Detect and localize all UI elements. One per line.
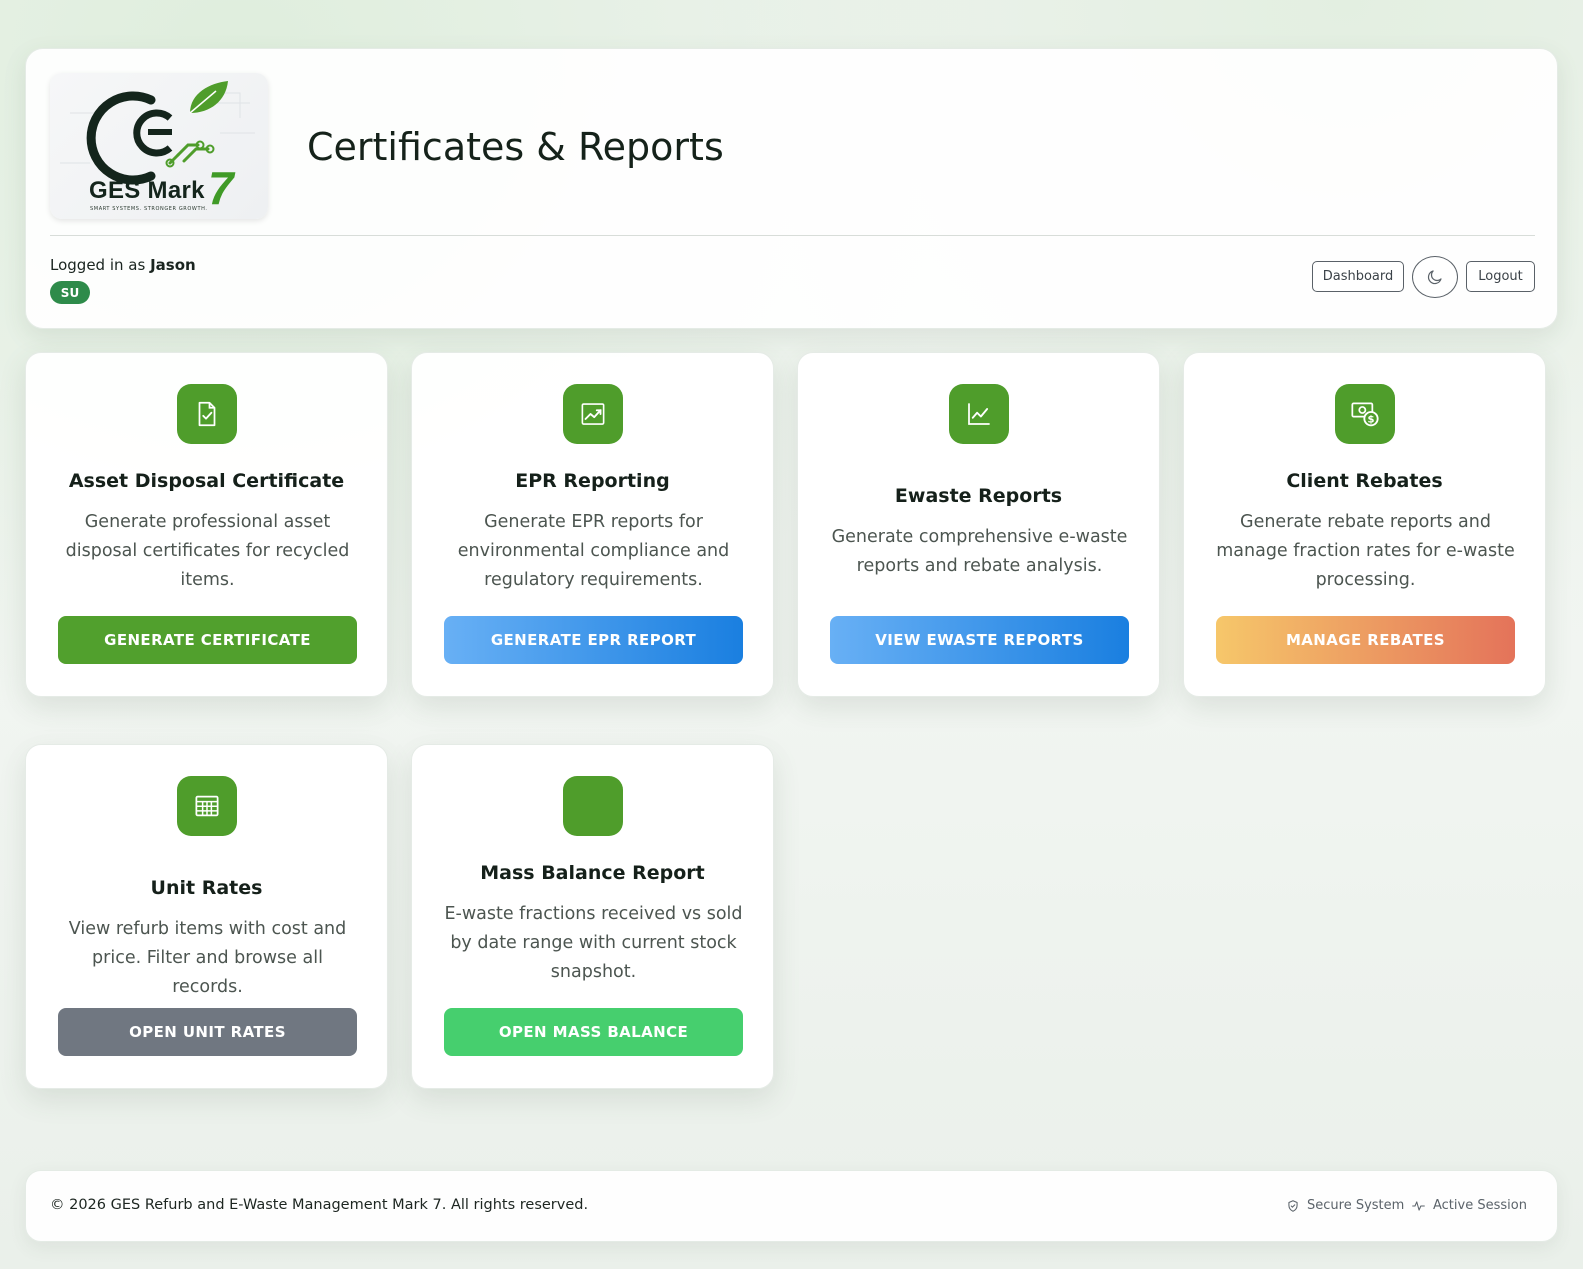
logo-number: 7 (208, 162, 234, 214)
card-description: View refurb items with cost and price. F… (68, 919, 347, 997)
card-icon-box (949, 384, 1009, 444)
logged-in-prefix: Logged in as (50, 256, 146, 274)
card-client-rebates: $ Client Rebates Generate rebate reports… (1183, 352, 1546, 697)
header-divider (50, 235, 1535, 236)
card-description: E-waste fractions received vs sold by da… (444, 904, 743, 982)
view-ewaste-reports-button[interactable]: VIEW EWASTE REPORTS (830, 616, 1129, 664)
card-title: Client Rebates (1286, 470, 1443, 492)
theme-toggle-button[interactable] (1412, 256, 1458, 298)
table-icon (195, 795, 219, 817)
card-title: Asset Disposal Certificate (68, 470, 345, 492)
logged-in-text: Logged in as Jason (50, 256, 196, 274)
username: Jason (150, 256, 196, 274)
card-icon-box (177, 776, 237, 836)
page-header: GES Mark 7 SMART SYSTEMS. STRONGER GROWT… (25, 48, 1558, 329)
logo-tagline: SMART SYSTEMS. STRONGER GROWTH. (90, 206, 208, 212)
card-icon-box: $ (1335, 384, 1395, 444)
card-description: Generate comprehensive e-waste reports a… (831, 527, 1128, 576)
generate-certificate-button[interactable]: GENERATE CERTIFICATE (58, 616, 357, 664)
card-epr-reporting: EPR Reporting Generate EPR reports for e… (411, 352, 774, 697)
card-title: Ewaste Reports (894, 485, 1063, 507)
open-unit-rates-button[interactable]: OPEN UNIT RATES (58, 1008, 357, 1056)
card-description: Generate professional asset disposal cer… (65, 512, 350, 590)
cash-coin-icon: $ (1351, 402, 1379, 427)
blank-icon (563, 776, 623, 836)
file-check-icon (198, 401, 216, 427)
activity-icon (1412, 1200, 1425, 1211)
role-badge: SU (50, 281, 90, 304)
card-icon-box (177, 384, 237, 444)
card-ewaste-reports: Ewaste Reports Generate comprehensive e-… (797, 352, 1160, 697)
shield-check-icon (1288, 1199, 1298, 1212)
moon-icon (1427, 270, 1442, 285)
active-session-indicator: Active Session (1411, 1198, 1527, 1213)
card-title: Unit Rates (150, 877, 263, 899)
card-description: Generate rebate reports and manage fract… (1216, 512, 1515, 590)
secure-system-indicator: Secure System (1286, 1198, 1404, 1213)
active-session-label: Active Session (1433, 1198, 1527, 1213)
copyright-text: © 2026 GES Refurb and E-Waste Management… (50, 1197, 589, 1213)
manage-rebates-button[interactable]: MANAGE REBATES (1216, 616, 1515, 664)
card-description: Generate EPR reports for environmental c… (457, 512, 730, 590)
secure-system-label: Secure System (1307, 1198, 1405, 1213)
line-chart-icon (968, 403, 990, 425)
page-title: Certificates & Reports (307, 125, 724, 169)
card-unit-rates: Unit Rates View refurb items with cost a… (25, 744, 388, 1089)
logo-brand-text: GES Mark (89, 177, 205, 204)
card-title: Mass Balance Report (480, 862, 705, 884)
card-mass-balance: Mass Balance Report E-waste fractions re… (411, 744, 774, 1089)
dashboard-button[interactable]: Dashboard (1312, 261, 1404, 292)
card-asset-disposal: Asset Disposal Certificate Generate prof… (25, 352, 388, 697)
card-icon-box (563, 384, 623, 444)
svg-text:$: $ (1368, 414, 1375, 425)
logout-button[interactable]: Logout (1466, 261, 1535, 292)
page-footer: © 2026 GES Refurb and E-Waste Management… (25, 1170, 1558, 1242)
trending-up-icon (581, 403, 605, 425)
ges-logo[interactable]: GES Mark 7 SMART SYSTEMS. STRONGER GROWT… (50, 73, 268, 219)
card-title: EPR Reporting (515, 470, 670, 492)
generate-epr-report-button[interactable]: GENERATE EPR REPORT (444, 616, 743, 664)
open-mass-balance-button[interactable]: OPEN MASS BALANCE (444, 1008, 743, 1056)
